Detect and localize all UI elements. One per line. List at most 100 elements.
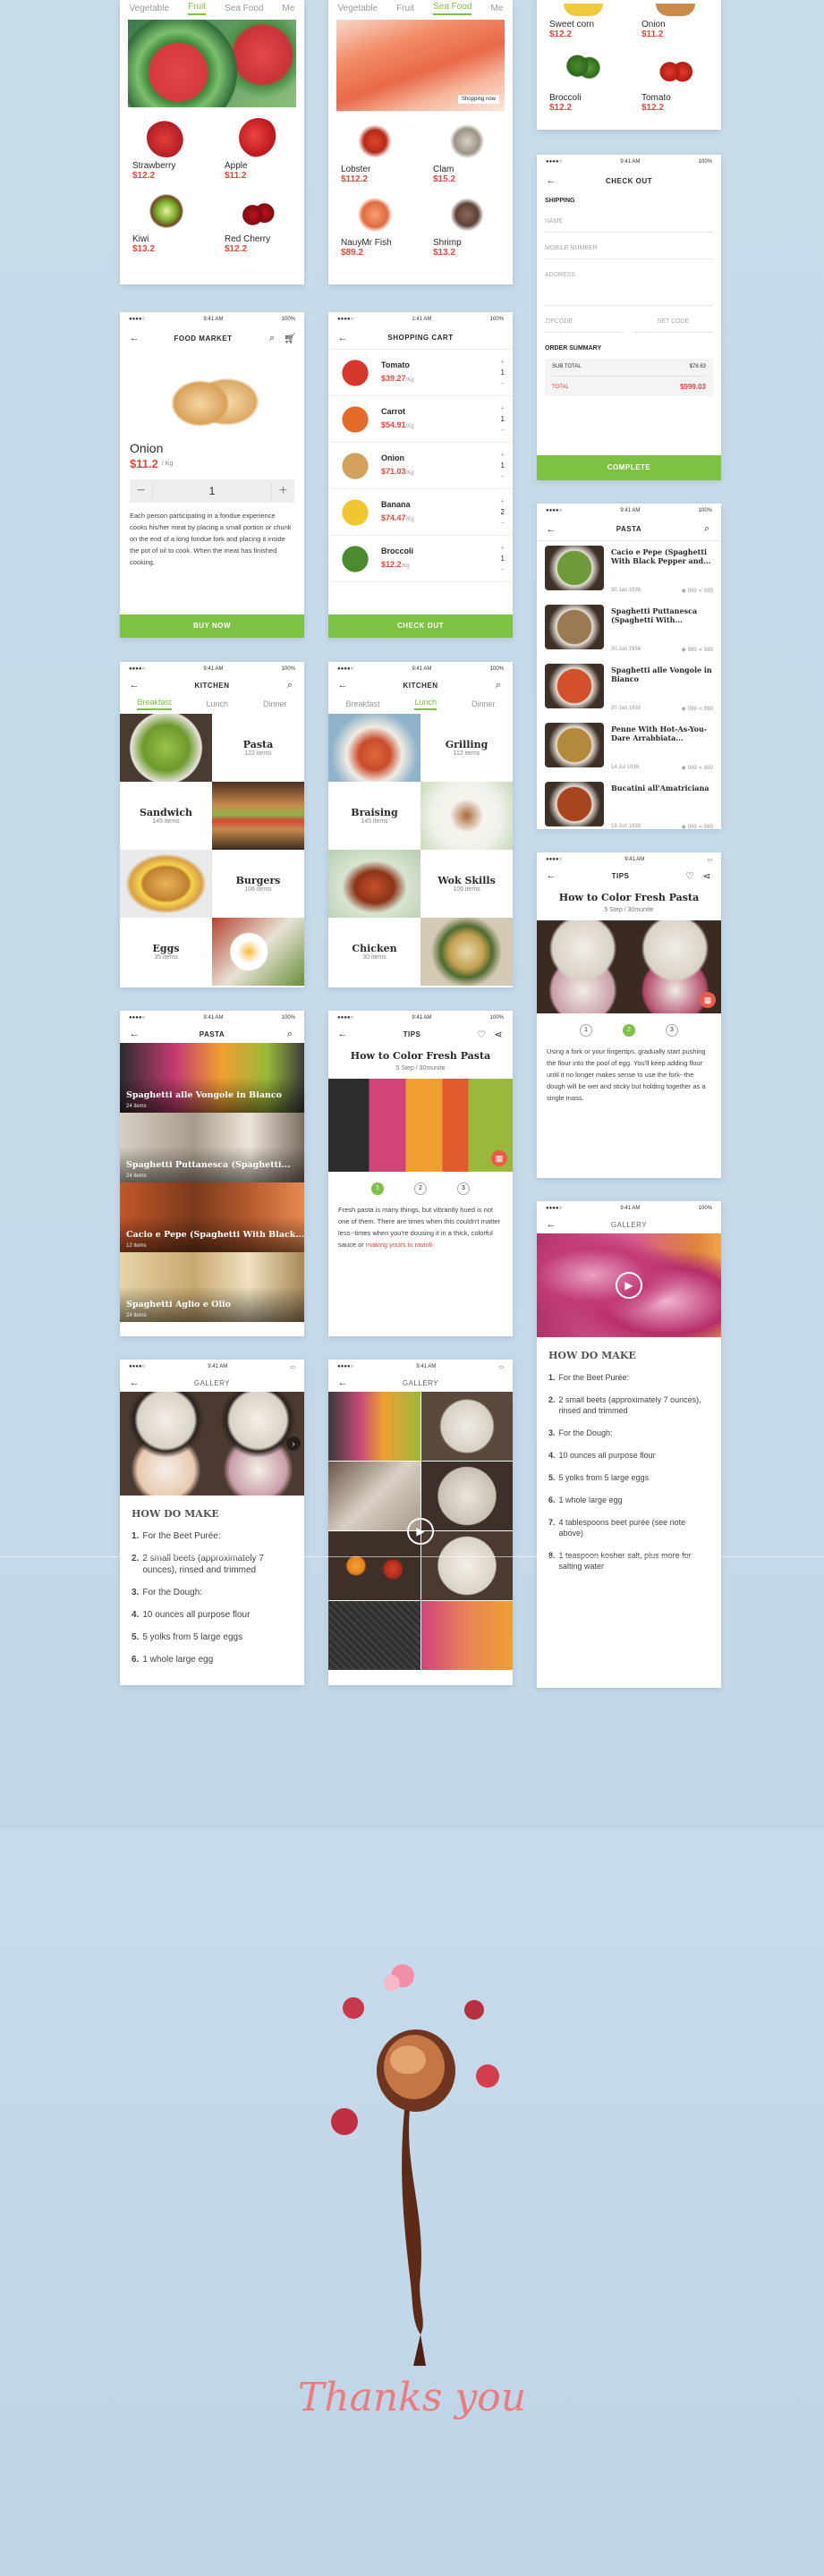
cart-item[interactable]: Carrot $54.91/Kg + 1 − [328,396,513,443]
step-1[interactable]: 1 [371,1182,384,1195]
quantity-value[interactable]: 1 [500,461,504,471]
recipe-item[interactable]: Spaghetti Puttanesca (Spaghetti With... … [537,600,721,659]
category-sandwich[interactable]: Sandwich 145 items [120,782,212,850]
increase-button[interactable]: + [500,543,505,554]
decrease-button[interactable]: − [500,471,505,482]
photo-tile[interactable] [328,1531,420,1600]
decrease-button[interactable]: − [500,564,505,575]
tab-breakfast[interactable]: Breakfast [137,698,172,710]
tab-vegetable[interactable]: Vegetable [130,4,170,13]
product-card[interactable]: Apple $11.2 [212,111,304,184]
recipe-item[interactable]: Cacio e Pepe (Spaghetti With Black Peppe… [537,541,721,600]
recipe-item[interactable]: Spaghetti alle Vongole in Bianco 30 Jan … [537,659,721,718]
sandwich-image[interactable] [212,782,304,850]
product-card[interactable]: Kiwi $13.2 [120,184,212,258]
product-card[interactable]: NauyMr Fish $89.2 [328,188,420,261]
beet-pasta-video[interactable]: ▶ [537,1233,721,1337]
back-arrow-icon[interactable]: ← [336,679,349,691]
pasta-image[interactable] [120,714,212,782]
gallery-button[interactable]: ▦ [491,1150,507,1166]
photo-tile[interactable] [328,1462,420,1530]
banner-image[interactable]: Shopping now [336,20,505,111]
step-2[interactable]: 2 [623,1024,635,1037]
recipe-card[interactable]: Spaghetti Aglio e Olio 24 items [120,1252,304,1322]
decrease-button[interactable]: − [130,483,153,499]
increase-button[interactable]: + [500,403,505,414]
recipe-item[interactable]: Penne With Hot-As-You-Dare Arrabbiata...… [537,718,721,777]
product-card[interactable]: Red Cherry $12.2 [212,184,304,258]
recipe-item[interactable]: Bucatini all'Amatriciana 18 Jun 1936 ◉ 9… [537,777,721,829]
eggs-image[interactable] [212,918,304,986]
photo-tile[interactable] [420,1601,513,1670]
quantity-value[interactable]: 2 [500,507,504,518]
grilling-image[interactable] [328,714,420,782]
category-braising[interactable]: Braising 145 items [328,782,420,850]
decrease-button[interactable]: − [500,378,505,389]
tab-vegetable[interactable]: Vegetable [338,4,378,13]
product-card[interactable]: Onion $11.2 [629,0,721,43]
category-pasta[interactable]: Pasta 122 items [212,714,304,782]
decrease-button[interactable]: − [500,518,505,529]
product-card[interactable]: Strawberry $12.2 [120,111,212,184]
recipe-card[interactable]: Cacio e Pepe (Spaghetti With Black... 12… [120,1182,304,1252]
cart-item[interactable]: Onion $71.03/Kg + 1 − [328,443,513,489]
recipe-card[interactable]: Spaghetti Puttanesca (Spaghetti... 24 it… [120,1113,304,1182]
heart-icon[interactable]: ♡ [684,869,696,882]
back-arrow-icon[interactable]: ← [545,869,557,882]
product-card[interactable]: Broccoli $12.2 [537,43,629,116]
tab-fruit[interactable]: Fruit [396,4,414,13]
category-grilling[interactable]: Grilling 112 items [420,714,513,782]
cart-item[interactable]: Broccoli $12.2/Kg + 1 − [328,536,513,582]
category-chicken[interactable]: Chicken 30 items [328,918,420,986]
tab-more[interactable]: Me [283,4,295,13]
photo-tile[interactable] [420,1531,513,1600]
share-icon[interactable]: ⋖ [701,869,713,882]
quantity-value[interactable]: 1 [500,414,504,425]
gallery-button[interactable]: ▦ [700,992,716,1008]
share-icon[interactable]: ⋖ [698,766,702,771]
chicken-image[interactable] [420,918,513,986]
category-burgers[interactable]: Burgers 106 items [212,850,304,918]
product-card[interactable]: Shrimp $13.2 [420,188,513,261]
photo-tile[interactable] [328,1392,420,1461]
shopping-now-button[interactable]: Shopping now [457,95,499,104]
product-card[interactable]: Tomato $12.2 [629,43,721,116]
photo-tile[interactable] [420,1392,513,1461]
step-3[interactable]: 3 [666,1024,678,1037]
share-icon[interactable]: ⋖ [698,707,702,712]
cart-icon[interactable]: 🛒︎ [284,332,296,344]
heart-icon[interactable]: ♡ [475,1028,488,1040]
address-field[interactable]: ADDRESS [545,259,713,306]
tab-breakfast[interactable]: Breakfast [345,699,379,708]
back-arrow-icon[interactable]: ← [336,1377,349,1389]
step-3[interactable]: 3 [457,1182,470,1195]
tab-lunch[interactable]: Lunch [414,698,437,710]
zipcode-field[interactable]: ZIPCODE [545,306,624,333]
increase-button[interactable]: + [500,450,505,461]
burger-image[interactable] [120,850,212,918]
buy-now-button[interactable]: BUY NOW [120,614,304,638]
back-arrow-icon[interactable]: ← [336,1028,349,1040]
quantity-value[interactable]: 1 [500,368,504,378]
increase-button[interactable]: + [500,496,505,507]
back-arrow-icon[interactable]: ← [336,332,349,344]
back-arrow-icon[interactable]: ← [128,1028,140,1040]
search-icon[interactable]: ⌕ [492,679,505,691]
category-eggs[interactable]: Eggs 35 items [120,918,212,986]
quantity-value[interactable]: 1 [153,485,271,497]
back-arrow-icon[interactable]: ← [128,679,140,691]
product-card[interactable]: Sweet corn $12.2 [537,0,629,43]
back-arrow-icon[interactable]: ← [128,1377,140,1389]
share-icon[interactable]: ⋖ [698,825,702,829]
tab-dinner[interactable]: Dinner [471,699,496,708]
name-field[interactable]: NAME [545,213,713,233]
complete-button[interactable]: COMPLETE [537,455,721,480]
search-icon[interactable]: ⌕ [266,332,278,344]
photo-tile[interactable] [420,1462,513,1530]
share-icon[interactable]: ⋖ [698,589,702,594]
decrease-button[interactable]: − [500,425,505,436]
share-icon[interactable]: ⋖ [492,1028,505,1040]
tab-fruit[interactable]: Fruit [188,2,207,15]
tab-lunch[interactable]: Lunch [206,699,228,708]
mobile-number-field[interactable]: MOBILE NUMBER [545,233,713,259]
